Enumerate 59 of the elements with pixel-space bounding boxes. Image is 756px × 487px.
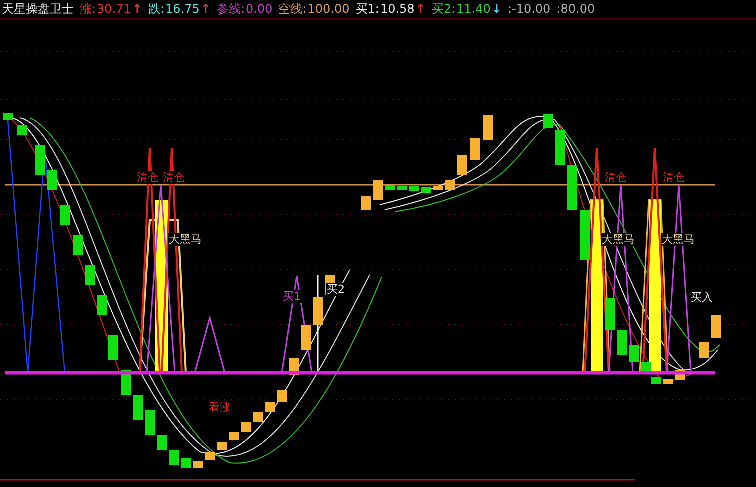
candlestick	[277, 390, 287, 402]
candlestick	[35, 145, 45, 175]
indicator-label: 跌:	[148, 0, 165, 18]
candlestick	[543, 114, 553, 128]
indicator-label: 空线:	[278, 0, 307, 18]
candlestick	[97, 295, 107, 315]
candlestick	[483, 115, 493, 140]
candlestick	[470, 138, 480, 160]
indicator-value: 100.00	[308, 2, 350, 16]
trend-arrow: ↑	[200, 2, 211, 16]
trend-arrow: ↑	[416, 2, 426, 16]
candlestick	[699, 342, 709, 358]
indicator-value: 0.00	[246, 2, 273, 16]
candlestick	[555, 130, 565, 165]
indicator-label: 参线:	[216, 0, 245, 18]
indicator-value: :-10.00	[508, 2, 551, 16]
signal-label: 买1	[282, 290, 302, 303]
candlestick	[457, 155, 467, 175]
indicator-label: 涨:	[80, 0, 96, 18]
candlestick	[373, 180, 383, 200]
trend-arrow: ↓	[492, 2, 502, 16]
indicator-value: 10.58	[380, 2, 415, 16]
signal-label: 清仓	[604, 171, 628, 184]
candlestick	[580, 210, 590, 260]
indicator-label: 买1:	[356, 0, 380, 18]
candlestick	[60, 205, 70, 225]
candlestick	[711, 315, 721, 338]
candlestick	[629, 345, 639, 362]
trend-arrow: ↑	[132, 2, 142, 16]
candlestick	[47, 170, 57, 190]
signal-label: 大黑马	[168, 233, 203, 246]
indicator-value: 30.71	[97, 2, 132, 16]
indicator-label: 买2:	[432, 0, 456, 18]
signal-spike	[194, 315, 226, 374]
candlestick	[108, 335, 118, 360]
signal-label: 清仓	[662, 171, 686, 184]
signal-label: 大黑马	[601, 233, 636, 246]
candlestick	[157, 435, 167, 450]
candlestick	[133, 395, 143, 420]
candlestick	[169, 450, 179, 465]
candlestick	[73, 235, 83, 255]
signal-label: 清仓	[162, 171, 186, 184]
indicator-value: 11.40	[456, 2, 491, 16]
candlestick	[313, 297, 323, 325]
candlestick	[85, 265, 95, 285]
signal-label: 看涨	[208, 401, 232, 414]
candlestick	[567, 165, 577, 210]
signal-label: 买入	[690, 291, 714, 304]
indicator-value: :80.00	[556, 2, 596, 16]
candlestick	[617, 330, 627, 355]
indicator-title: 天星操盘卫士	[2, 0, 74, 18]
candlestick	[145, 410, 155, 435]
signal-label: 买2	[326, 283, 346, 296]
signal-label: 大黑马	[661, 233, 696, 246]
candlestick	[605, 298, 615, 330]
indicator-value: 16.75	[166, 2, 200, 16]
candlestick	[361, 196, 371, 210]
signal-label: 清仓	[136, 171, 160, 184]
candlestick	[301, 325, 311, 350]
